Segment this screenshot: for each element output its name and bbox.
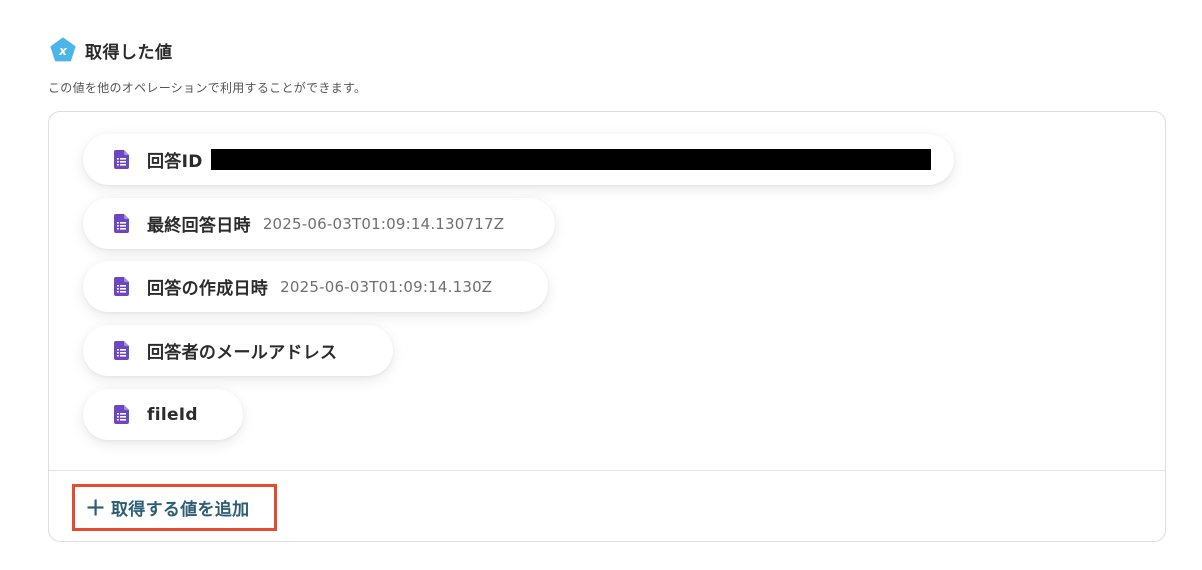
add-value-button[interactable]: 取得する値を追加 bbox=[72, 484, 277, 531]
svg-text:x: x bbox=[58, 44, 68, 58]
value-label: 最終回答日時 bbox=[147, 216, 251, 236]
google-forms-document-icon bbox=[114, 405, 129, 424]
value-label: fileId bbox=[147, 404, 198, 425]
value-item-last-answered-at[interactable]: 最終回答日時 2025-06-03T01:09:14.130717Z bbox=[83, 198, 555, 249]
page: x 取得した値 この値を他のオペレーションで利用することができます。 回答ID bbox=[0, 0, 1202, 570]
section-title: 取得した値 bbox=[85, 42, 173, 63]
redacted-value bbox=[210, 149, 931, 170]
retrieved-values-panel: 回答ID 最終回答日時 2025-06-03T01:09:14.130717Z bbox=[48, 111, 1166, 542]
value-label: 回答者のメールアドレス bbox=[147, 343, 338, 363]
add-value-label: 取得する値を追加 bbox=[111, 500, 250, 520]
google-forms-document-icon bbox=[114, 214, 129, 233]
section-description: この値を他のオペレーションで利用することができます。 bbox=[48, 81, 367, 95]
value-item-respondent-email[interactable]: 回答者のメールアドレス bbox=[83, 325, 393, 376]
value-item-response-id[interactable]: 回答ID bbox=[83, 134, 954, 185]
value-label: 回答の作成日時 bbox=[147, 279, 269, 299]
value-sample: 2025-06-03T01:09:14.130717Z bbox=[262, 214, 505, 233]
divider bbox=[49, 470, 1165, 471]
value-item-created-at[interactable]: 回答の作成日時 2025-06-03T01:09:14.130Z bbox=[83, 261, 548, 312]
section-header: x 取得した値 bbox=[50, 37, 173, 63]
variable-x-icon: x bbox=[50, 37, 76, 62]
google-forms-document-icon bbox=[114, 341, 129, 360]
value-item-file-id[interactable]: fileId bbox=[83, 389, 243, 440]
value-sample: 2025-06-03T01:09:14.130Z bbox=[280, 277, 493, 296]
plus-icon bbox=[87, 499, 104, 516]
value-label: 回答ID bbox=[147, 152, 203, 172]
google-forms-document-icon bbox=[114, 150, 129, 169]
google-forms-document-icon bbox=[114, 277, 129, 296]
